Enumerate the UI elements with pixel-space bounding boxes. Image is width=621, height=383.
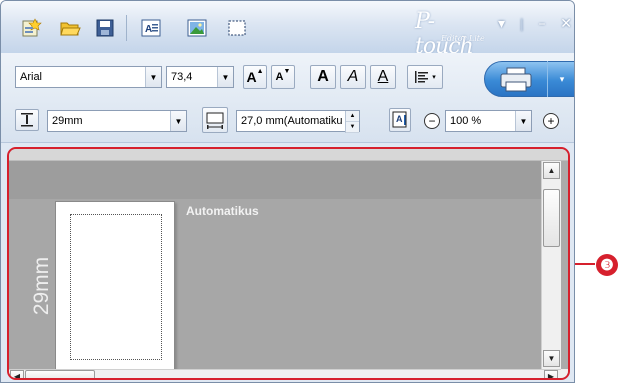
minimize-button[interactable]: – — [539, 16, 546, 32]
label-length-value: 27,0 mm(Automatiku — [241, 115, 343, 127]
bold-label: A — [317, 68, 329, 85]
font-select[interactable]: Arial ▼ — [15, 66, 162, 88]
spin-down-icon[interactable]: ▼ — [346, 122, 359, 133]
scroll-down-button[interactable]: ▼ — [543, 350, 560, 367]
menu-dropdown-icon[interactable]: ▾ — [498, 16, 505, 32]
image-insert-icon[interactable] — [185, 17, 209, 39]
svg-text:A: A — [396, 114, 403, 124]
tape-width-button[interactable] — [15, 109, 39, 131]
svg-text:A: A — [145, 24, 152, 35]
align-left-icon — [415, 71, 429, 83]
canvas-header-band — [9, 161, 541, 199]
label-length-icon — [206, 112, 224, 129]
label-preview[interactable] — [55, 201, 175, 371]
tape-width-text: 29mm — [30, 256, 54, 316]
tape-width-indicator: 29mm — [27, 241, 57, 331]
open-folder-icon[interactable] — [58, 17, 82, 39]
vertical-text-icon: A — [392, 111, 407, 128]
zoom-in-button[interactable]: + — [543, 113, 559, 129]
resize-grip-icon[interactable] — [561, 369, 568, 378]
close-button[interactable]: ✕ — [560, 16, 572, 32]
italic-label: A — [347, 68, 359, 85]
grow-font-button[interactable]: A ▲ — [243, 65, 267, 89]
underline-button[interactable]: A — [370, 65, 396, 89]
up-arrow-icon: ▲ — [256, 67, 264, 75]
label-length-button[interactable] — [202, 107, 228, 133]
shrink-font-label: A — [275, 71, 284, 83]
text-direction-button[interactable]: A — [389, 108, 411, 132]
zoom-value: 100 % — [450, 115, 482, 127]
italic-button[interactable]: A — [340, 65, 366, 89]
printable-area — [70, 214, 162, 360]
tape-width-select[interactable]: 29mm ▼ — [47, 110, 187, 132]
app-logo: P-touch Editor Lite — [411, 7, 491, 59]
scroll-left-button[interactable]: ◀ — [10, 370, 24, 378]
callout-marker: ❸ — [596, 254, 618, 276]
control-separator: | — [519, 17, 524, 31]
layout-edit-area: 29mm Automatikus ▲ ▼ ◀ ▶ — [7, 147, 570, 380]
print-options-button[interactable]: ▾ — [547, 61, 574, 97]
zoom-out-button[interactable]: − — [424, 113, 440, 129]
underline-label: A — [377, 68, 389, 85]
label-canvas[interactable]: 29mm Automatikus — [9, 161, 541, 371]
tape-width-value: 29mm — [52, 115, 83, 127]
ribbon-toolbar: Arial ▼ 73,4 ▼ A ▲ A ▼ A A A ▾ ▾ 29mm ▼ … — [1, 53, 574, 143]
auto-length-indicator: Automatikus — [186, 204, 259, 218]
new-icon[interactable] — [19, 17, 43, 39]
chevron-down-icon[interactable]: ▼ — [170, 111, 186, 131]
horizontal-scrollbar[interactable]: ◀ ▶ — [9, 369, 561, 378]
length-spinner[interactable]: ▲ ▼ — [345, 111, 359, 133]
font-size-value: 73,4 — [171, 71, 193, 83]
vertical-scrollbar[interactable]: ▲ ▼ — [541, 161, 561, 369]
scroll-right-button[interactable]: ▶ — [544, 370, 558, 378]
horizontal-scroll-thumb[interactable] — [25, 370, 95, 378]
grow-font-label: A — [246, 69, 257, 85]
frame-insert-icon[interactable] — [225, 17, 249, 39]
toolbar-separator — [126, 15, 127, 41]
printer-icon — [500, 67, 532, 92]
window-controls: ▾ | – ✕ — [498, 9, 572, 39]
chevron-down-icon: ▾ — [559, 73, 565, 84]
shrink-font-button[interactable]: A ▼ — [271, 65, 295, 89]
spin-up-icon[interactable]: ▲ — [346, 111, 359, 122]
tape-width-icon — [21, 113, 33, 127]
editor-window: A P-touch Editor Lite ▾ | – ✕ Arial ▼ 73… — [0, 0, 575, 383]
font-value: Arial — [20, 71, 43, 83]
plus-icon: + — [547, 114, 555, 128]
text-insert-icon[interactable]: A — [139, 17, 163, 39]
ruler — [9, 149, 568, 161]
label-length-input[interactable]: 27,0 mm(Automatiku ▲ ▼ — [236, 110, 360, 133]
down-arrow-icon: ▼ — [283, 67, 291, 75]
chevron-down-icon[interactable]: ▼ — [145, 67, 161, 87]
vertical-scroll-thumb[interactable] — [543, 189, 560, 247]
zoom-select[interactable]: 100 % ▼ — [445, 110, 532, 132]
save-icon[interactable] — [93, 17, 117, 39]
font-size-select[interactable]: 73,4 ▼ — [166, 66, 234, 88]
align-button[interactable]: ▾ — [407, 65, 443, 89]
callout-line — [575, 263, 595, 265]
chevron-down-icon[interactable]: ▼ — [515, 111, 531, 131]
scroll-up-button[interactable]: ▲ — [543, 162, 560, 179]
title-bar: A P-touch Editor Lite ▾ | – ✕ — [1, 1, 574, 59]
chevron-down-icon: ▾ — [432, 74, 436, 81]
bold-button[interactable]: A — [310, 65, 336, 89]
chevron-down-icon[interactable]: ▼ — [217, 67, 233, 87]
minus-icon: − — [428, 114, 436, 128]
brand-subtitle: Editor Lite — [441, 34, 485, 43]
